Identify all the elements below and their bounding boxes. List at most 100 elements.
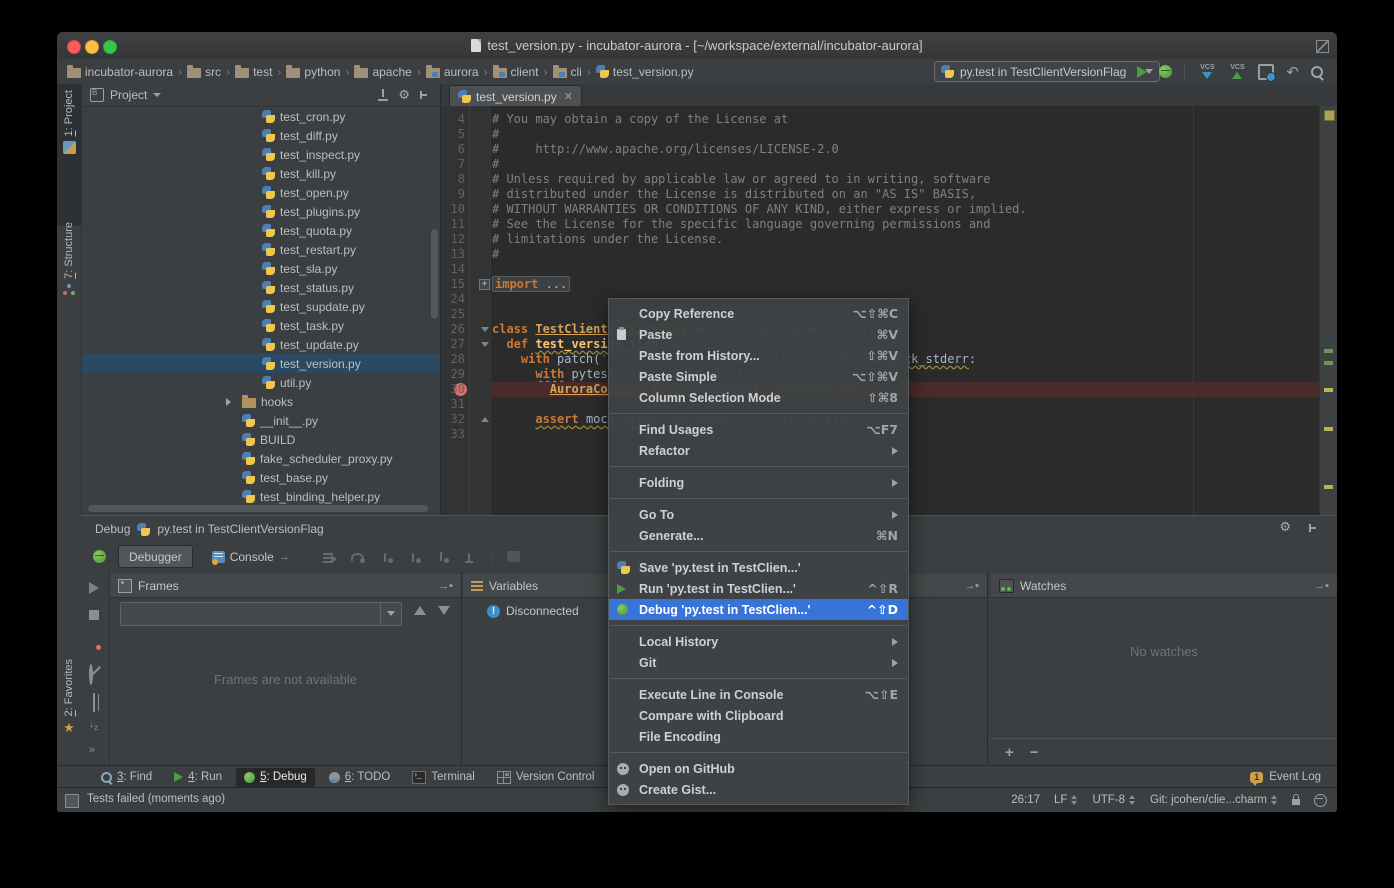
tree-item-fake-scheduler-proxy-py[interactable]: fake_scheduler_proxy.py <box>82 449 440 468</box>
debug-button[interactable] <box>1159 65 1172 78</box>
breadcrumb-item[interactable]: incubator-aurora <box>65 65 175 79</box>
tree-item-test-diff-py[interactable]: test_diff.py <box>82 126 440 145</box>
editor-tab-test-version[interactable]: test_version.py ✕ <box>449 85 582 107</box>
toolwindow-button-terminal[interactable]: Terminal <box>404 768 482 787</box>
menu-item-open-on-github[interactable]: Open on GitHub <box>609 758 908 779</box>
menu-item-copy-reference[interactable]: Copy Reference⌥⇧⌘C <box>609 303 908 324</box>
tree-item-test-restart-py[interactable]: test_restart.py <box>82 240 440 259</box>
stripe-mark[interactable] <box>1324 388 1333 392</box>
git-branch-widget[interactable]: Git: jcohen/clie...charm <box>1150 794 1278 806</box>
sidebar-item-structure[interactable]: 7: Structure <box>57 216 81 348</box>
lock-icon[interactable] <box>1292 799 1300 805</box>
run-configuration-select[interactable]: py.test in TestClientVersionFlag <box>934 61 1160 82</box>
menu-item-debug-py-test-in-testclien[interactable]: Debug 'py.test in TestClien...'^⇧D <box>609 599 908 620</box>
breadcrumb-item[interactable]: aurora <box>424 65 481 79</box>
chevron-down-icon[interactable] <box>153 93 161 97</box>
menu-item-save-py-test-in-testclien[interactable]: Save 'py.test in TestClien...' <box>609 557 908 578</box>
sidebar-item-project[interactable]: 1: Project <box>57 84 81 226</box>
tree-item-test-status-py[interactable]: test_status.py <box>82 278 440 297</box>
run-to-cursor-icon[interactable] <box>463 551 477 563</box>
more-actions-icon[interactable]: » <box>89 744 95 756</box>
close-tab-icon[interactable]: ✕ <box>564 90 573 103</box>
tree-item-test-update-py[interactable]: test_update.py <box>82 335 440 354</box>
menu-item-compare-with-clipboard[interactable]: Compare with Clipboard <box>609 705 908 726</box>
tree-item-hooks[interactable]: hooks <box>82 392 440 411</box>
menu-item-git[interactable]: Git <box>609 652 908 673</box>
fold-expand-icon[interactable]: + <box>479 279 490 290</box>
run-button[interactable] <box>1137 66 1147 78</box>
stop-icon[interactable] <box>89 610 99 620</box>
breadcrumb-item[interactable]: python <box>284 65 342 79</box>
menu-item-paste[interactable]: Paste⌘V <box>609 324 908 345</box>
settings-sort-icon[interactable]: ↓z <box>89 720 98 732</box>
encoding-widget[interactable]: UTF-8 <box>1092 794 1136 806</box>
hide-panel-icon[interactable] <box>1309 523 1319 533</box>
frame-down-icon[interactable] <box>438 606 450 615</box>
thread-selector[interactable] <box>120 602 402 626</box>
sidebar-item-favorites[interactable]: 2: Favorites ★ <box>57 653 81 780</box>
tab-debugger[interactable]: Debugger <box>118 545 193 568</box>
hide-panel-icon[interactable] <box>420 90 430 100</box>
status-message[interactable]: Tests failed (moments ago) <box>87 793 225 805</box>
toolwindow-button-run[interactable]: 4: Run <box>166 768 230 787</box>
menu-item-local-history[interactable]: Local History <box>609 631 908 652</box>
frame-up-icon[interactable] <box>414 606 426 615</box>
menu-item-paste-simple[interactable]: Paste Simple⌥⇧⌘V <box>609 366 908 387</box>
tree-item-test-binding-helper-py[interactable]: test_binding_helper.py <box>82 487 440 506</box>
toolwindow-button-debug[interactable]: 5: Debug <box>236 768 315 787</box>
toolwindow-toggle-icon[interactable] <box>65 794 79 808</box>
float-panel-icon[interactable]: →▪ <box>438 580 453 592</box>
gear-icon[interactable]: ⚙ <box>398 89 410 102</box>
breadcrumb-item[interactable]: client <box>491 65 541 79</box>
vcs-update-button[interactable]: VCS <box>1198 65 1216 79</box>
toolwindow-button-todo[interactable]: 6: TODO <box>321 768 399 787</box>
tree-item-test-base-py[interactable]: test_base.py <box>82 468 440 487</box>
vcs-commit-button[interactable]: VCS <box>1228 65 1246 79</box>
fold-collapse-icon[interactable] <box>481 327 489 332</box>
force-step-into-icon[interactable] <box>407 551 421 563</box>
menu-item-file-encoding[interactable]: File Encoding <box>609 726 908 747</box>
remove-watch-button[interactable]: − <box>1030 744 1039 761</box>
evaluate-expression-icon[interactable] <box>507 551 520 562</box>
menu-item-go-to[interactable]: Go To <box>609 504 908 525</box>
stripe-mark[interactable] <box>1324 485 1333 489</box>
horizontal-scrollbar[interactable] <box>88 505 428 512</box>
menu-item-find-usages[interactable]: Find Usages⌥F7 <box>609 419 908 440</box>
tree-item-test-sla-py[interactable]: test_sla.py <box>82 259 440 278</box>
tree-item--init-py[interactable]: __init__.py <box>82 411 440 430</box>
highlighting-level-icon[interactable] <box>1314 794 1327 807</box>
fullscreen-icon[interactable] <box>1316 40 1329 53</box>
gear-icon[interactable]: ⚙ <box>1279 521 1291 534</box>
caret-position[interactable]: 26:17 <box>1011 794 1040 806</box>
tree-item-test-version-py[interactable]: test_version.py <box>82 354 440 373</box>
tree-item-test-plugins-py[interactable]: test_plugins.py <box>82 202 440 221</box>
breadcrumb-item[interactable]: test_version.py <box>594 65 696 79</box>
menu-item-paste-from-history[interactable]: Paste from History...⇧⌘V <box>609 345 908 366</box>
folded-region[interactable]: import ... <box>492 276 570 292</box>
breadcrumb-item[interactable]: test <box>233 65 274 79</box>
tree-item-test-cron-py[interactable]: test_cron.py <box>82 107 440 126</box>
chevron-down-icon[interactable] <box>380 603 401 625</box>
step-out-icon[interactable] <box>435 551 449 563</box>
stripe-mark[interactable] <box>1324 361 1333 365</box>
show-execution-point-icon[interactable] <box>323 551 337 563</box>
restore-layout-icon[interactable] <box>93 693 95 712</box>
float-panel-icon[interactable]: →▪ <box>1314 580 1329 592</box>
fold-collapse-icon[interactable] <box>481 417 489 422</box>
tree-item-test-open-py[interactable]: test_open.py <box>82 183 440 202</box>
stripe-mark[interactable] <box>1324 349 1333 353</box>
breadcrumb-item[interactable]: apache <box>352 65 413 79</box>
vertical-scrollbar[interactable] <box>431 229 438 319</box>
menu-item-refactor[interactable]: Refactor <box>609 440 908 461</box>
project-panel-title[interactable]: Project <box>110 88 147 102</box>
add-watch-button[interactable]: + <box>1005 744 1014 761</box>
resume-program-icon[interactable] <box>89 582 99 594</box>
event-log-button[interactable]: 1Event Log <box>1250 771 1321 783</box>
show-changes-button[interactable] <box>1258 64 1274 80</box>
step-into-icon[interactable] <box>379 551 393 563</box>
step-over-icon[interactable] <box>351 551 365 563</box>
chevron-right-icon[interactable] <box>226 398 231 406</box>
tree-item-build[interactable]: BUILD <box>82 430 440 449</box>
menu-item-folding[interactable]: Folding <box>609 472 908 493</box>
float-panel-icon[interactable]: →▪ <box>964 580 979 592</box>
